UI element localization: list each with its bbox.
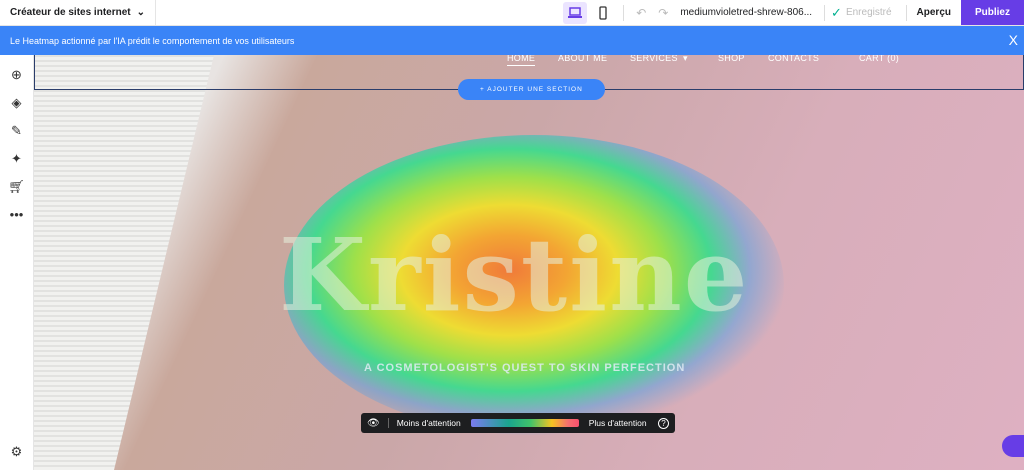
preview-button[interactable]: Aperçu <box>917 7 951 18</box>
nav-about[interactable]: ABOUT ME <box>558 55 607 63</box>
domain-label[interactable]: mediumvioletred-shrew-806... <box>680 7 812 18</box>
help-settings-icon[interactable]: ⚙ <box>11 444 23 460</box>
heatmap-banner: Le Heatmap actionné par l'IA prédit le c… <box>0 26 1024 55</box>
help-icon[interactable]: ? <box>658 417 669 429</box>
heatmap-legend: 👁︎ Moins d'attention Plus d'attention ? <box>361 413 675 433</box>
chevron-down-icon: ▾ <box>683 55 688 63</box>
nav-cart[interactable]: CART (0) <box>859 55 899 63</box>
banner-text: Le Heatmap actionné par l'IA prédit le c… <box>10 35 295 46</box>
desktop-view-button[interactable] <box>563 1 588 24</box>
store-icon[interactable]: 🛒︎ <box>8 179 25 195</box>
styles-icon[interactable]: ✎ <box>11 123 22 139</box>
brand-menu[interactable]: Créateur de sites internet ⌄ <box>0 0 156 25</box>
ai-tools-icon[interactable]: ✦ <box>11 151 22 167</box>
top-bar: Créateur de sites internet ⌄ ↶ ↷ mediumvi… <box>0 0 1024 26</box>
saved-status: Enregistré <box>845 7 892 18</box>
add-section-button[interactable]: + AJOUTER UNE SECTION <box>458 79 605 100</box>
nav-contacts[interactable]: CONTACTS <box>768 55 819 63</box>
nav-home[interactable]: HOME <box>507 55 536 66</box>
nav-shop[interactable]: SHOP <box>718 55 745 63</box>
legend-less-label: Moins d'attention <box>396 418 461 428</box>
hero-image <box>34 55 214 470</box>
sidebar: ⊕ ◈ ✎ ✦ 🛒︎ ••• ⚙ <box>0 55 34 470</box>
chat-button[interactable] <box>1002 435 1024 457</box>
add-element-icon[interactable]: ⊕ <box>11 67 22 83</box>
hero-title: Kristine <box>279 216 750 334</box>
redo-icon[interactable]: ↷ <box>658 6 668 20</box>
chevron-down-icon: ⌄ <box>136 7 145 18</box>
nav-services[interactable]: SERVICES <box>630 55 678 63</box>
hero-subtitle: A COSMETOLOGIST'S QUEST TO SKIN PERFECTI… <box>364 362 686 374</box>
brand-label: Créateur de sites internet <box>10 7 131 18</box>
undo-icon[interactable]: ↶ <box>636 6 646 20</box>
mobile-view-button[interactable] <box>591 2 615 24</box>
legend-more-label: Plus d'attention <box>588 418 647 428</box>
close-icon[interactable]: X <box>1009 32 1018 48</box>
more-icon[interactable]: ••• <box>10 207 24 222</box>
legend-gradient <box>470 419 579 427</box>
layers-icon[interactable]: ◈ <box>12 95 22 111</box>
site-canvas: HOME ABOUT ME SERVICES ▾ SHOP CONTACTS C… <box>34 55 1024 470</box>
check-circle-icon: ✓ <box>831 4 842 20</box>
eye-icon[interactable]: 👁︎ <box>367 418 380 429</box>
publish-button[interactable]: Publiez <box>960 0 1024 25</box>
